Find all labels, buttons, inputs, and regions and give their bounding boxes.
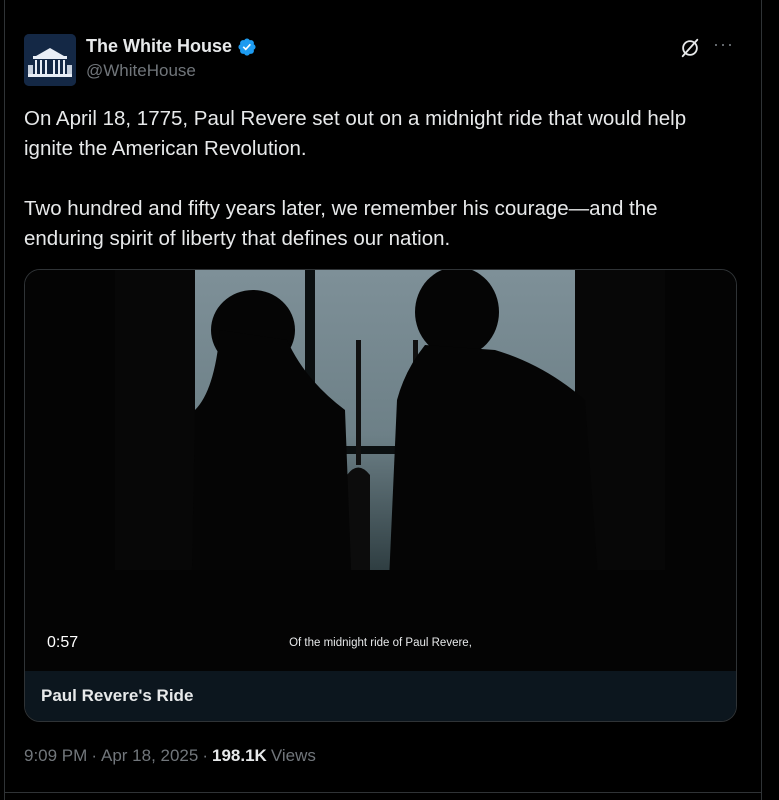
white-house-building-icon [24, 34, 76, 86]
author-handle[interactable]: @WhiteHouse [86, 61, 257, 81]
video-frame [25, 270, 736, 671]
author-display-name[interactable]: The White House [86, 36, 232, 57]
tweet-text: On April 18, 1775, Paul Revere set out o… [24, 104, 736, 254]
meta-separator: · [91, 746, 97, 765]
video-player[interactable]: 0:57 Of the midnight ride of Paul Revere… [25, 270, 736, 671]
tweet[interactable]: The White House @WhiteHouse ··· On April… [4, 0, 761, 800]
author-info: The White House @WhiteHouse [86, 36, 257, 81]
avatar[interactable] [24, 34, 76, 86]
tweet-meta: 9:09 PM · Apr 18, 2025 · 198.1K Views [24, 746, 316, 766]
video-caption: Of the midnight ride of Paul Revere, [289, 637, 472, 649]
video-title[interactable]: Paul Revere's Ride [25, 686, 193, 706]
tweet-paragraph: On April 18, 1775, Paul Revere set out o… [24, 107, 687, 160]
views-count: 198.1K [212, 746, 267, 765]
meta-separator: · [202, 746, 209, 765]
divider [4, 792, 761, 793]
tweet-paragraph: Two hundred and fifty years later, we re… [24, 197, 658, 250]
post-time[interactable]: 9:09 PM [24, 746, 87, 766]
column-border-right [761, 0, 762, 800]
more-options-icon[interactable]: ··· [713, 34, 739, 54]
card-title-bar[interactable]: Paul Revere's Ride [25, 671, 736, 721]
post-date[interactable]: Apr 18, 2025 [101, 746, 198, 766]
verified-badge-icon[interactable] [237, 37, 257, 57]
grok-icon[interactable] [679, 37, 701, 59]
video-card[interactable]: 0:57 Of the midnight ride of Paul Revere… [24, 269, 737, 722]
views-label: Views [270, 746, 316, 765]
